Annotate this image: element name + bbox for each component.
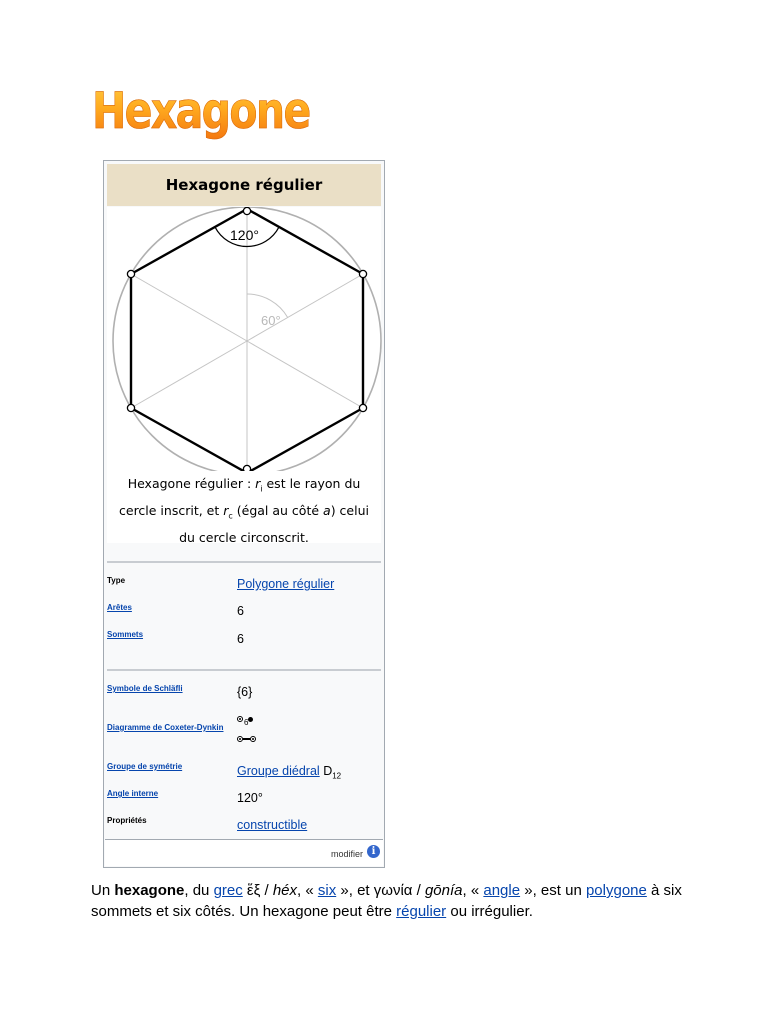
aretes-label-link[interactable]: Arêtes	[107, 603, 132, 612]
info-icon[interactable]: i	[367, 845, 380, 858]
infobox: Hexagone régulier 60° 120° Hexagone régu…	[103, 160, 385, 868]
symmetry-value: Groupe diédral D12	[237, 764, 341, 781]
ringed-node-icon	[250, 736, 256, 742]
caption-text: Hexagone régulier :	[127, 476, 256, 491]
intro-text: », et γωνία /	[336, 882, 425, 899]
coxeter-label-link[interactable]: Diagramme de Coxeter-Dynkin	[107, 723, 223, 732]
sommets-value: 6	[237, 632, 244, 646]
coxeter-line-2	[237, 733, 256, 745]
sommets-label-link[interactable]: Sommets	[107, 630, 143, 639]
symmetry-label-link[interactable]: Groupe de symétrie	[107, 762, 182, 771]
page-title: Hexagone	[92, 76, 312, 146]
hexagon-diagram: 60° 120°	[107, 207, 382, 471]
ringed-node-icon	[237, 736, 243, 742]
infobox-header: Hexagone régulier	[107, 164, 381, 206]
intro-text: ou irrégulier.	[446, 903, 533, 920]
section-divider	[107, 669, 381, 671]
intro-italic: héx	[272, 882, 298, 899]
type-label: Type	[107, 576, 126, 585]
intro-text: Un	[91, 882, 115, 899]
constructible-link[interactable]: constructible	[237, 818, 307, 832]
caption-var-a: a	[323, 503, 331, 518]
intro-paragraph: Un hexagone, du grec ἕξ / héx, « six », …	[91, 880, 691, 922]
modifier-link[interactable]: modifier	[331, 849, 363, 859]
angle-interne-label-link[interactable]: Angle interne	[107, 789, 158, 798]
intro-italic: gōnía	[424, 882, 463, 899]
dihedral-symbol: D	[323, 764, 333, 778]
central-angle-label: 60°	[261, 313, 281, 328]
grec-link[interactable]: grec	[214, 882, 243, 899]
intro-text: ἕξ /	[242, 882, 273, 899]
intro-text: , «	[462, 882, 484, 899]
vertex-angle-label: 120°	[230, 227, 259, 243]
six-link[interactable]: six	[318, 882, 336, 899]
caption-text: (égal au côté	[232, 503, 324, 518]
edge-line-icon	[243, 738, 250, 740]
node-dot-icon	[248, 716, 254, 722]
intro-text: », est un	[520, 882, 586, 899]
groupe-diedral-link[interactable]: Groupe diédral	[237, 764, 320, 778]
ringed-node-icon	[237, 716, 243, 722]
intro-text: , du	[184, 882, 214, 899]
aretes-value: 6	[237, 604, 244, 618]
diagram-caption: Hexagone régulier : ri est le rayon du c…	[107, 471, 381, 545]
schlafli-label-link[interactable]: Symbole de Schläfli	[107, 684, 183, 693]
coxeter-line-1: 6	[237, 713, 256, 727]
section-divider	[107, 561, 381, 563]
intro-text: , «	[297, 882, 318, 899]
angle-link[interactable]: angle	[483, 882, 520, 899]
infobox-footer: modifier i	[105, 839, 383, 866]
angle-interne-value: 120°	[237, 791, 263, 805]
type-value-link[interactable]: Polygone régulier	[237, 577, 334, 591]
dihedral-order: 12	[332, 771, 342, 781]
proprietes-label: Propriétés	[107, 816, 147, 825]
regulier-link[interactable]: régulier	[396, 903, 446, 920]
polygone-link[interactable]: polygone	[586, 882, 647, 899]
intro-bold-term: hexagone	[114, 882, 185, 899]
schlafli-value: {6}	[237, 685, 253, 699]
coxeter-diagram: 6	[237, 713, 256, 745]
